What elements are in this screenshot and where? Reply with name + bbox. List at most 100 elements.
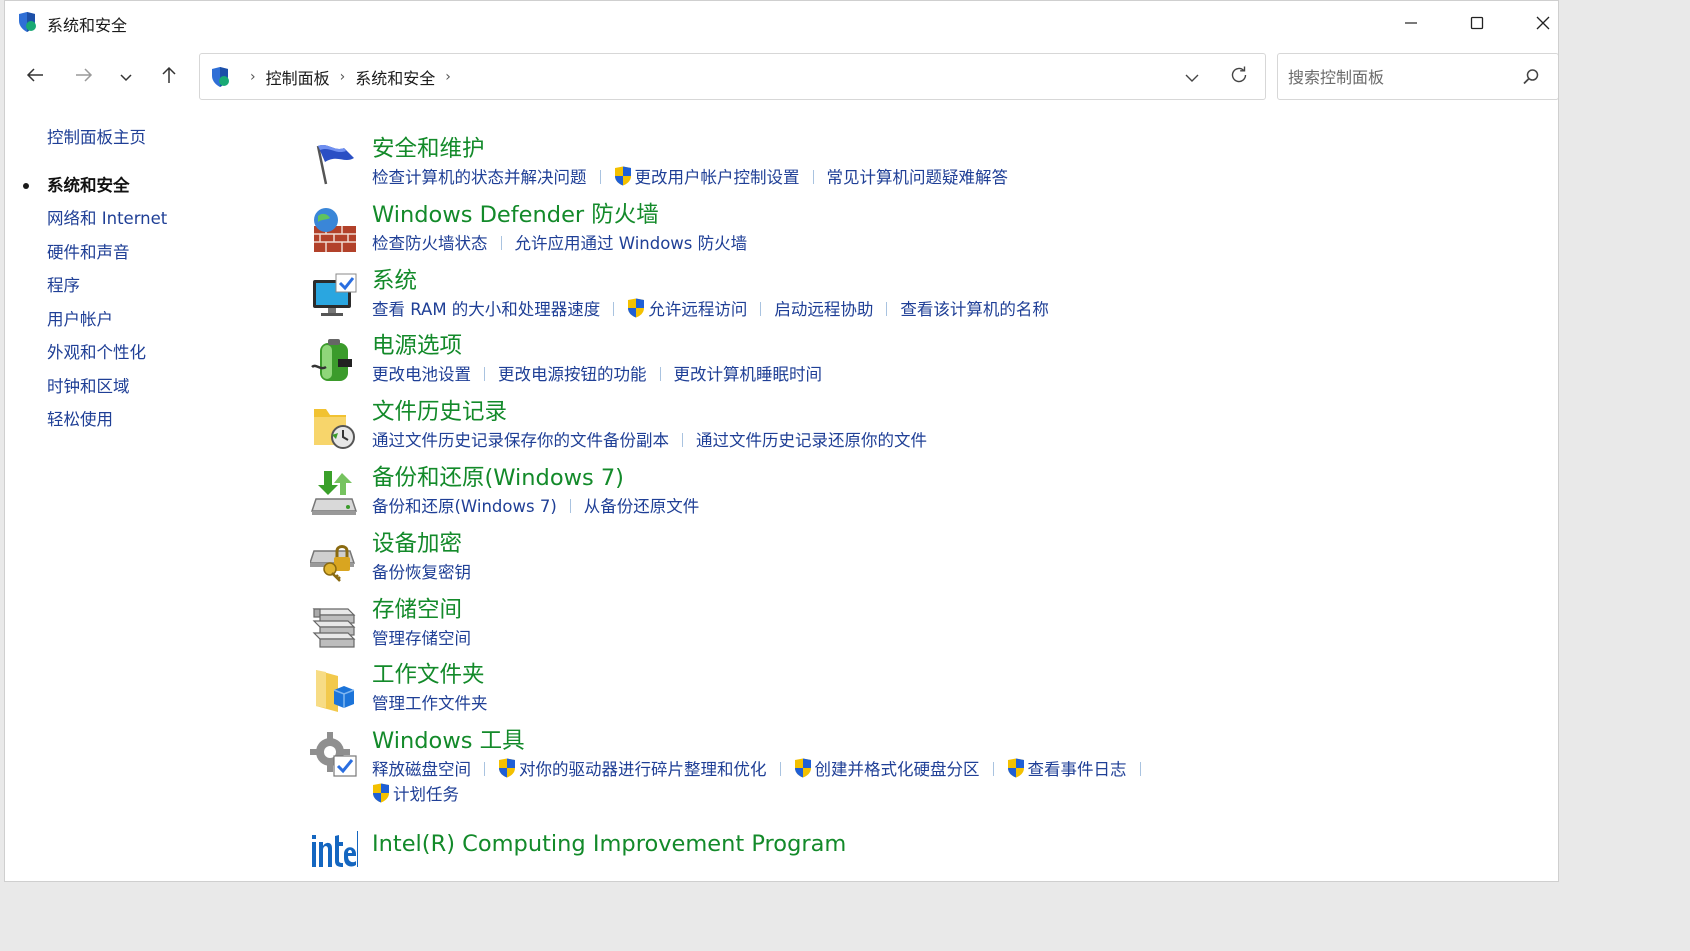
link-disk-cleanup[interactable]: 释放磁盘空间: [372, 757, 471, 782]
link-computer-name[interactable]: 查看该计算机的名称: [900, 297, 1049, 322]
window-title: 系统和安全: [47, 16, 128, 35]
link-backup-restore-win7[interactable]: 备份和还原(Windows 7): [372, 494, 557, 519]
category-title[interactable]: 工作文件夹: [372, 660, 485, 690]
category-title[interactable]: 存储空间: [372, 595, 462, 625]
link-check-status[interactable]: 检查计算机的状态并解决问题: [372, 165, 587, 190]
up-button[interactable]: [153, 63, 185, 91]
link-manage-work-folders[interactable]: 管理工作文件夹: [372, 691, 488, 716]
arrow-left-icon: [26, 67, 44, 87]
link-allow-app-firewall[interactable]: 允许应用通过 Windows 防火墙: [515, 231, 748, 256]
link-label: 更改电源按钮的功能: [498, 365, 647, 385]
sidebar-item-clock-region[interactable]: 时钟和区域: [5, 370, 295, 404]
link-label: 常见计算机问题疑难解答: [826, 168, 1009, 187]
uac-shield-icon: [1007, 758, 1025, 778]
link-troubleshoot[interactable]: 常见计算机问题疑难解答: [827, 165, 1009, 190]
battery-icon[interactable]: [310, 337, 358, 385]
category-title[interactable]: 文件历史记录: [372, 397, 507, 427]
recent-locations-button[interactable]: [110, 63, 142, 91]
sidebar-control-panel-home[interactable]: 控制面板主页: [5, 121, 295, 155]
link-divider: [812, 170, 814, 184]
sidebar-item-appearance[interactable]: 外观和个性化: [5, 336, 295, 370]
storage-drives-icon[interactable]: [310, 601, 358, 649]
category-links: 备份恢复密钥: [372, 560, 1272, 585]
category-links: 通过文件历史记录保存你的文件备份副本 通过文件历史记录还原你的文件: [372, 428, 1272, 453]
category-links: 释放磁盘空间 对你的驱动器进行碎片整理和优化 创建并格式化硬盘分区 查看事件日志计划任…: [372, 757, 1272, 807]
category-work-folders: 工作文件夹 管理工作文件夹: [305, 660, 1545, 726]
link-sleep-time[interactable]: 更改计算机睡眠时间: [674, 362, 823, 387]
breadcrumb-system-security[interactable]: 系统和安全: [355, 65, 435, 89]
link-firewall-status[interactable]: 检查防火墙状态: [372, 231, 488, 256]
link-manage-storage-spaces[interactable]: 管理存储空间: [372, 626, 471, 651]
sidebar-item-ease-of-access[interactable]: 轻松使用: [5, 403, 295, 437]
sidebar-item-network-internet[interactable]: 网络和 Internet: [5, 202, 295, 236]
category-list: 安全和维护 检查计算机的状态并解决问题 更改用户帐户控制设置 常见计算机问题疑难解答: [305, 134, 1545, 881]
work-folders-icon[interactable]: [310, 666, 358, 714]
uac-shield-icon: [794, 758, 812, 778]
category-title[interactable]: 系统: [372, 266, 417, 296]
link-format-partitions[interactable]: 创建并格式化硬盘分区: [794, 757, 980, 782]
title-bar: 系统和安全: [5, 1, 1558, 45]
link-remote-assistance[interactable]: 启动远程协助: [774, 297, 873, 322]
link-divider: [682, 433, 683, 448]
computer-icon[interactable]: [310, 272, 358, 320]
link-uac-settings[interactable]: 更改用户帐户控制设置: [614, 165, 800, 190]
forward-button[interactable]: [68, 63, 100, 91]
chevron-down-icon: [1184, 68, 1200, 87]
backup-icon[interactable]: [310, 469, 358, 517]
minimize-button[interactable]: [1378, 1, 1444, 45]
breadcrumb-chevron-icon[interactable]: ›: [250, 69, 256, 85]
address-history-dropdown[interactable]: [1177, 66, 1207, 88]
sidebar-item-system-security[interactable]: 系统和安全: [5, 169, 295, 203]
search-icon[interactable]: [1522, 68, 1540, 86]
search-input[interactable]: [1286, 54, 1515, 101]
arrow-up-icon: [161, 66, 177, 88]
encryption-key-icon[interactable]: [308, 535, 358, 583]
close-button[interactable]: [1510, 1, 1558, 45]
security-shield-app-icon: [16, 11, 38, 33]
category-title[interactable]: Windows 工具: [372, 726, 525, 756]
link-divider: [500, 235, 502, 250]
link-battery-settings[interactable]: 更改电池设置: [372, 362, 471, 387]
link-power-button[interactable]: 更改电源按钮的功能: [498, 362, 647, 387]
link-restore-from-backup[interactable]: 从备份还原文件: [584, 494, 700, 519]
category-links: 查看 RAM 的大小和处理器速度 允许远程访问 启动远程协助 查看该计算机的名称: [372, 297, 1272, 322]
firewall-icon[interactable]: [310, 206, 358, 254]
link-event-logs[interactable]: 查看事件日志: [1007, 757, 1127, 782]
link-backup-recovery-key[interactable]: 备份恢复密钥: [372, 560, 471, 585]
link-divider: [613, 301, 615, 316]
breadcrumb-chevron-icon[interactable]: ›: [445, 69, 451, 85]
category-title[interactable]: Windows Defender 防火墙: [372, 200, 659, 230]
link-divider: [1139, 762, 1141, 777]
category-power-options: 电源选项 更改电池设置 更改电源按钮的功能 更改计算机睡眠时间: [305, 331, 1545, 397]
link-restore-files[interactable]: 通过文件历史记录还原你的文件: [696, 428, 927, 453]
link-divider: [886, 301, 888, 316]
link-label: 管理存储空间: [372, 628, 471, 648]
category-links: 管理存储空间: [372, 626, 1272, 651]
address-bar[interactable]: › 控制面板 › 系统和安全 ›: [199, 53, 1266, 100]
file-history-icon[interactable]: [310, 403, 358, 451]
link-label: 备份和还原(Windows 7): [372, 496, 557, 516]
link-allow-remote-access[interactable]: 允许远程访问: [627, 297, 747, 322]
flag-icon[interactable]: [310, 140, 358, 188]
link-save-backup-copies[interactable]: 通过文件历史记录保存你的文件备份副本: [372, 428, 669, 453]
maximize-button[interactable]: [1444, 1, 1510, 45]
category-title[interactable]: 安全和维护: [372, 134, 485, 164]
refresh-button[interactable]: [1224, 65, 1254, 89]
link-view-ram-cpu[interactable]: 查看 RAM 的大小和处理器速度: [372, 297, 600, 322]
category-title[interactable]: 电源选项: [372, 331, 462, 361]
sidebar-item-hardware-sound[interactable]: 硬件和声音: [5, 236, 295, 270]
link-schedule-tasks[interactable]: 计划任务: [372, 782, 459, 807]
uac-shield-icon: [614, 166, 632, 186]
category-title[interactable]: 备份和还原(Windows 7): [372, 463, 624, 493]
breadcrumb-control-panel[interactable]: 控制面板: [266, 65, 330, 89]
back-button[interactable]: [19, 63, 51, 91]
sidebar-item-user-accounts[interactable]: 用户帐户: [5, 303, 295, 337]
tools-gear-icon[interactable]: [310, 732, 358, 780]
link-label: 释放磁盘空间: [372, 760, 471, 780]
category-title[interactable]: Intel(R) Computing Improvement Program: [372, 829, 846, 859]
link-defragment-drives[interactable]: 对你的驱动器进行碎片整理和优化: [498, 757, 767, 782]
breadcrumb-chevron-icon[interactable]: ›: [340, 69, 346, 85]
sidebar-item-programs[interactable]: 程序: [5, 269, 295, 303]
intel-logo-icon[interactable]: [310, 825, 358, 873]
category-title[interactable]: 设备加密: [372, 529, 462, 559]
